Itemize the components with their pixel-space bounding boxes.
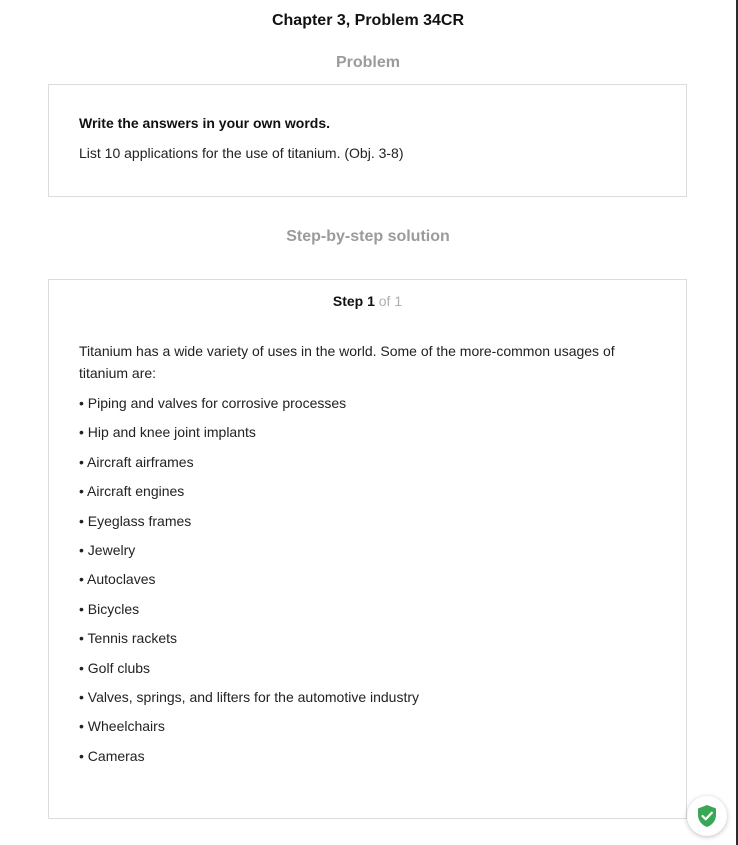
problem-card: Write the answers in your own words. Lis… [48,84,687,197]
list-item: • Golf clubs [79,659,151,676]
list-item: • Tennis rackets [79,630,178,647]
list-item: • Valves, springs, and lifters for the a… [79,688,420,705]
list-item: • Aircraft airframes [79,453,194,470]
shield-check-icon [698,805,716,827]
list-item: • Cameras [79,747,145,764]
list-item: • Eyeglass frames [79,512,192,529]
step-label: Step 1 [332,293,375,309]
list-item: • Autoclaves [79,571,156,588]
list-item: • Piping and valves for corrosive proces… [79,395,347,411]
page-title: Chapter 3, Problem 34CR [271,12,465,29]
step-indicator: Step 1 of 1 [49,293,686,309]
security-badge-button[interactable] [687,796,727,836]
problem-text: List 10 applications for the use of tita… [79,145,404,161]
page: Chapter 3, Problem 34CR Problem Write th… [0,0,738,845]
list-item: • Wheelchairs [79,718,165,735]
step-count: of 1 [378,293,403,309]
list-item: • Bicycles [79,600,140,617]
problem-heading: Problem [335,54,400,71]
application-list: • Piping and valves for corrosive proces… [79,393,419,775]
solution-heading: Step-by-step solution [286,228,450,245]
solution-intro: Titanium has a wide variety of uses in t… [79,343,615,381]
list-item: • Aircraft engines [79,483,185,500]
list-item: • Hip and knee joint implants [79,424,256,441]
list-item: • Jewelry [79,541,136,558]
problem-instruction: Write the answers in your own words. [79,115,331,131]
solution-card: Step 1 of 1 Titanium has a wide variety … [48,279,687,819]
